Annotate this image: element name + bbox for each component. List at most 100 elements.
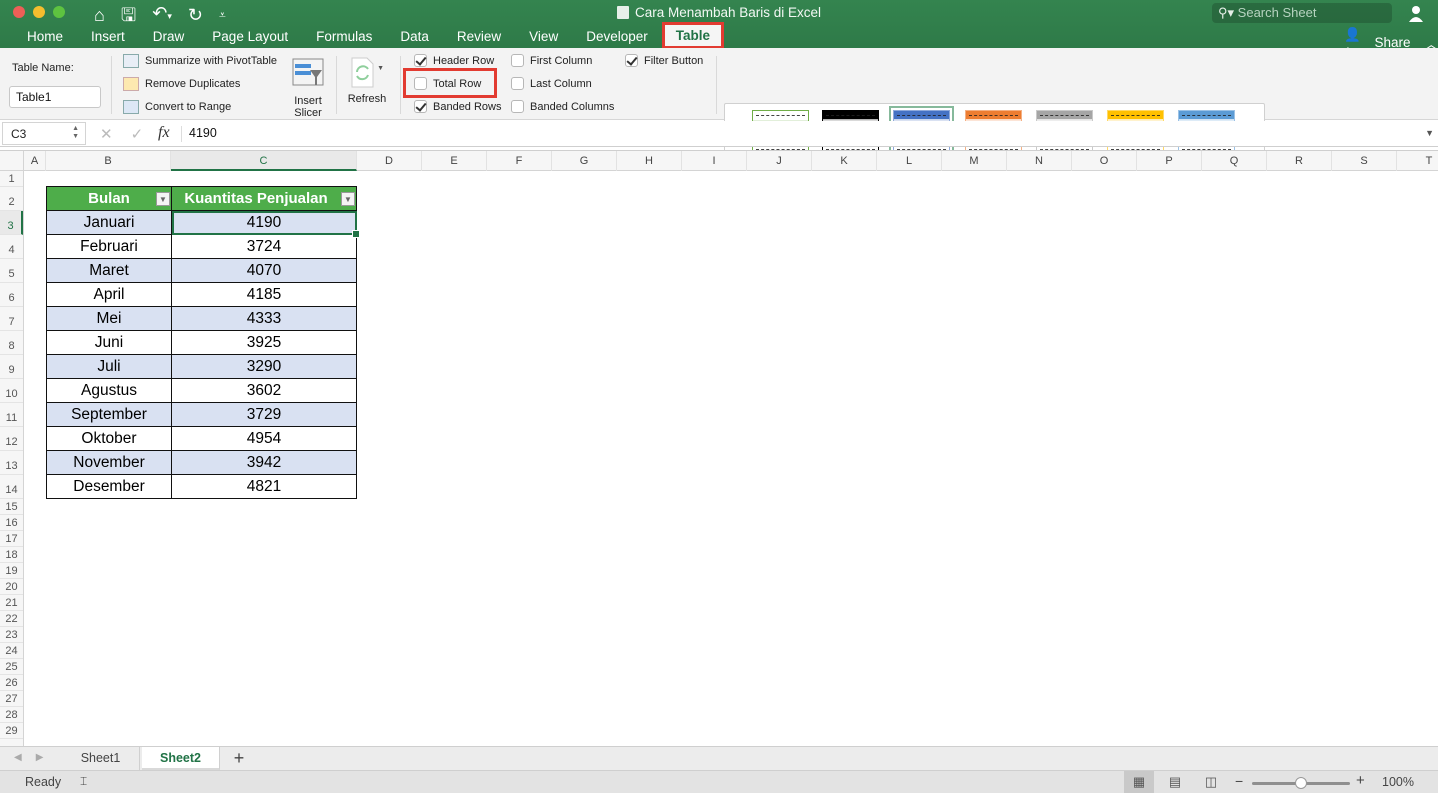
quantity-cell[interactable]: 4070 — [171, 258, 357, 283]
column-header-m[interactable]: M — [942, 151, 1007, 171]
row-header-9[interactable]: 9 — [0, 355, 23, 379]
table-header-cell[interactable]: Kuantitas Penjualan ▼ — [171, 186, 357, 211]
zoom-in-button[interactable]: + — [1356, 772, 1365, 789]
row-header-20[interactable]: 20 — [0, 579, 23, 595]
summarize-pivot-button[interactable]: Summarize with PivotTable — [123, 54, 277, 68]
column-header-l[interactable]: L — [877, 151, 942, 171]
tab-data[interactable]: Data — [386, 25, 443, 49]
month-cell[interactable]: Oktober — [46, 426, 172, 451]
row-header-24[interactable]: 24 — [0, 643, 23, 659]
row-header-14[interactable]: 14 — [0, 475, 23, 499]
month-cell[interactable]: November — [46, 450, 172, 475]
row-header-13[interactable]: 13 — [0, 451, 23, 475]
month-cell[interactable]: Juni — [46, 330, 172, 355]
last-column-checkbox[interactable]: Last Column — [511, 77, 592, 90]
stepper-icon[interactable]: ▲ ▼ — [72, 125, 79, 141]
row-header-17[interactable]: 17 — [0, 531, 23, 547]
insert-slicer-button[interactable]: Insert Slicer — [290, 58, 326, 119]
banded-rows-checkbox[interactable]: Banded Rows — [414, 100, 502, 113]
convert-to-range-button[interactable]: Convert to Range — [123, 100, 231, 114]
row-header-23[interactable]: 23 — [0, 627, 23, 643]
quantity-cell[interactable]: 4821 — [171, 474, 357, 499]
column-header-t[interactable]: T — [1397, 151, 1438, 171]
sheet-tab-sheet2[interactable]: Sheet2 — [142, 747, 220, 770]
normal-view-icon[interactable]: ▦ — [1124, 771, 1154, 793]
next-sheet-icon[interactable]: ▶ — [36, 752, 44, 763]
zoom-out-button[interactable]: − — [1235, 773, 1243, 789]
checkbox[interactable] — [511, 100, 524, 113]
column-header-b[interactable]: B — [46, 151, 171, 171]
quantity-cell[interactable]: 3290 — [171, 354, 357, 379]
refresh-button[interactable]: ▼ Refresh — [345, 56, 389, 105]
tab-home[interactable]: Home — [13, 25, 77, 49]
month-cell[interactable]: Desember — [46, 474, 172, 499]
zoom-slider[interactable] — [1252, 777, 1350, 789]
column-header-f[interactable]: F — [487, 151, 552, 171]
row-header-29[interactable]: 29 — [0, 723, 23, 739]
column-header-i[interactable]: I — [682, 151, 747, 171]
quantity-cell[interactable]: 3724 — [171, 234, 357, 259]
header-row-checkbox[interactable]: Header Row — [414, 54, 494, 67]
month-cell[interactable]: September — [46, 402, 172, 427]
month-cell[interactable]: Januari — [46, 210, 172, 235]
page-break-view-icon[interactable]: ◫ — [1196, 771, 1226, 793]
table-name-input[interactable]: Table1 — [9, 86, 101, 108]
prev-sheet-icon[interactable]: ◀ — [14, 752, 22, 763]
row-header-6[interactable]: 6 — [0, 283, 23, 307]
add-sheet-button[interactable]: + — [226, 748, 252, 768]
column-header-k[interactable]: K — [812, 151, 877, 171]
tab-developer[interactable]: Developer — [572, 25, 662, 49]
checkbox[interactable] — [625, 54, 638, 67]
profile-icon[interactable] — [1408, 4, 1424, 22]
row-header-12[interactable]: 12 — [0, 427, 23, 451]
row-header-21[interactable]: 21 — [0, 595, 23, 611]
quantity-cell[interactable]: 3925 — [171, 330, 357, 355]
enter-icon[interactable]: ✓ — [131, 125, 144, 143]
row-header-25[interactable]: 25 — [0, 659, 23, 675]
column-header-s[interactable]: S — [1332, 151, 1397, 171]
column-header-r[interactable]: R — [1267, 151, 1332, 171]
column-header-d[interactable]: D — [357, 151, 422, 171]
row-header-10[interactable]: 10 — [0, 379, 23, 403]
row-header-28[interactable]: 28 — [0, 707, 23, 723]
column-header-o[interactable]: O — [1072, 151, 1137, 171]
checkbox[interactable] — [414, 100, 427, 113]
tab-formulas[interactable]: Formulas — [302, 25, 386, 49]
row-header-19[interactable]: 19 — [0, 563, 23, 579]
table-header-cell[interactable]: Bulan ▼ — [46, 186, 172, 211]
row-header-4[interactable]: 4 — [0, 235, 23, 259]
quantity-cell[interactable]: 3942 — [171, 450, 357, 475]
formula-input[interactable]: 4190 — [189, 126, 217, 140]
month-cell[interactable]: Agustus — [46, 378, 172, 403]
quantity-cell[interactable]: 4954 — [171, 426, 357, 451]
row-header-5[interactable]: 5 — [0, 259, 23, 283]
first-column-checkbox[interactable]: First Column — [511, 54, 592, 67]
checkbox[interactable] — [511, 54, 524, 67]
row-header-16[interactable]: 16 — [0, 515, 23, 531]
page-layout-view-icon[interactable]: ▤ — [1160, 771, 1190, 793]
tab-insert[interactable]: Insert — [77, 25, 139, 49]
insert-function-icon[interactable]: fx — [158, 124, 170, 142]
column-header-c[interactable]: C — [171, 151, 357, 171]
row-header-8[interactable]: 8 — [0, 331, 23, 355]
filter-button-checkbox[interactable]: Filter Button — [625, 54, 703, 67]
row-header-1[interactable]: 1 — [0, 171, 23, 187]
quantity-cell[interactable]: 4333 — [171, 306, 357, 331]
row-header-27[interactable]: 27 — [0, 691, 23, 707]
month-cell[interactable]: Februari — [46, 234, 172, 259]
filter-dropdown-icon[interactable]: ▼ — [341, 192, 355, 206]
spreadsheet-grid[interactable]: ABCDEFGHIJKLMNOPQRST 1 2 3 4 5 6 7 8 9 10 11 12 13 14… — [0, 150, 1438, 746]
sheet-tab-sheet1[interactable]: Sheet1 — [62, 747, 140, 770]
row-header-3[interactable]: 3 — [0, 211, 23, 235]
search-sheet-input[interactable]: ⚲▾ Search Sheet — [1212, 3, 1392, 23]
row-header-11[interactable]: 11 — [0, 403, 23, 427]
column-header-h[interactable]: H — [617, 151, 682, 171]
tab-table[interactable]: Table — [661, 22, 725, 49]
select-all-button[interactable] — [0, 151, 24, 172]
macro-record-icon[interactable]: ⌶ — [80, 774, 87, 789]
tab-draw[interactable]: Draw — [139, 25, 199, 49]
quantity-cell[interactable]: 3602 — [171, 378, 357, 403]
month-cell[interactable]: Maret — [46, 258, 172, 283]
banded-columns-checkbox[interactable]: Banded Columns — [511, 100, 614, 113]
row-header-2[interactable]: 2 — [0, 187, 23, 211]
